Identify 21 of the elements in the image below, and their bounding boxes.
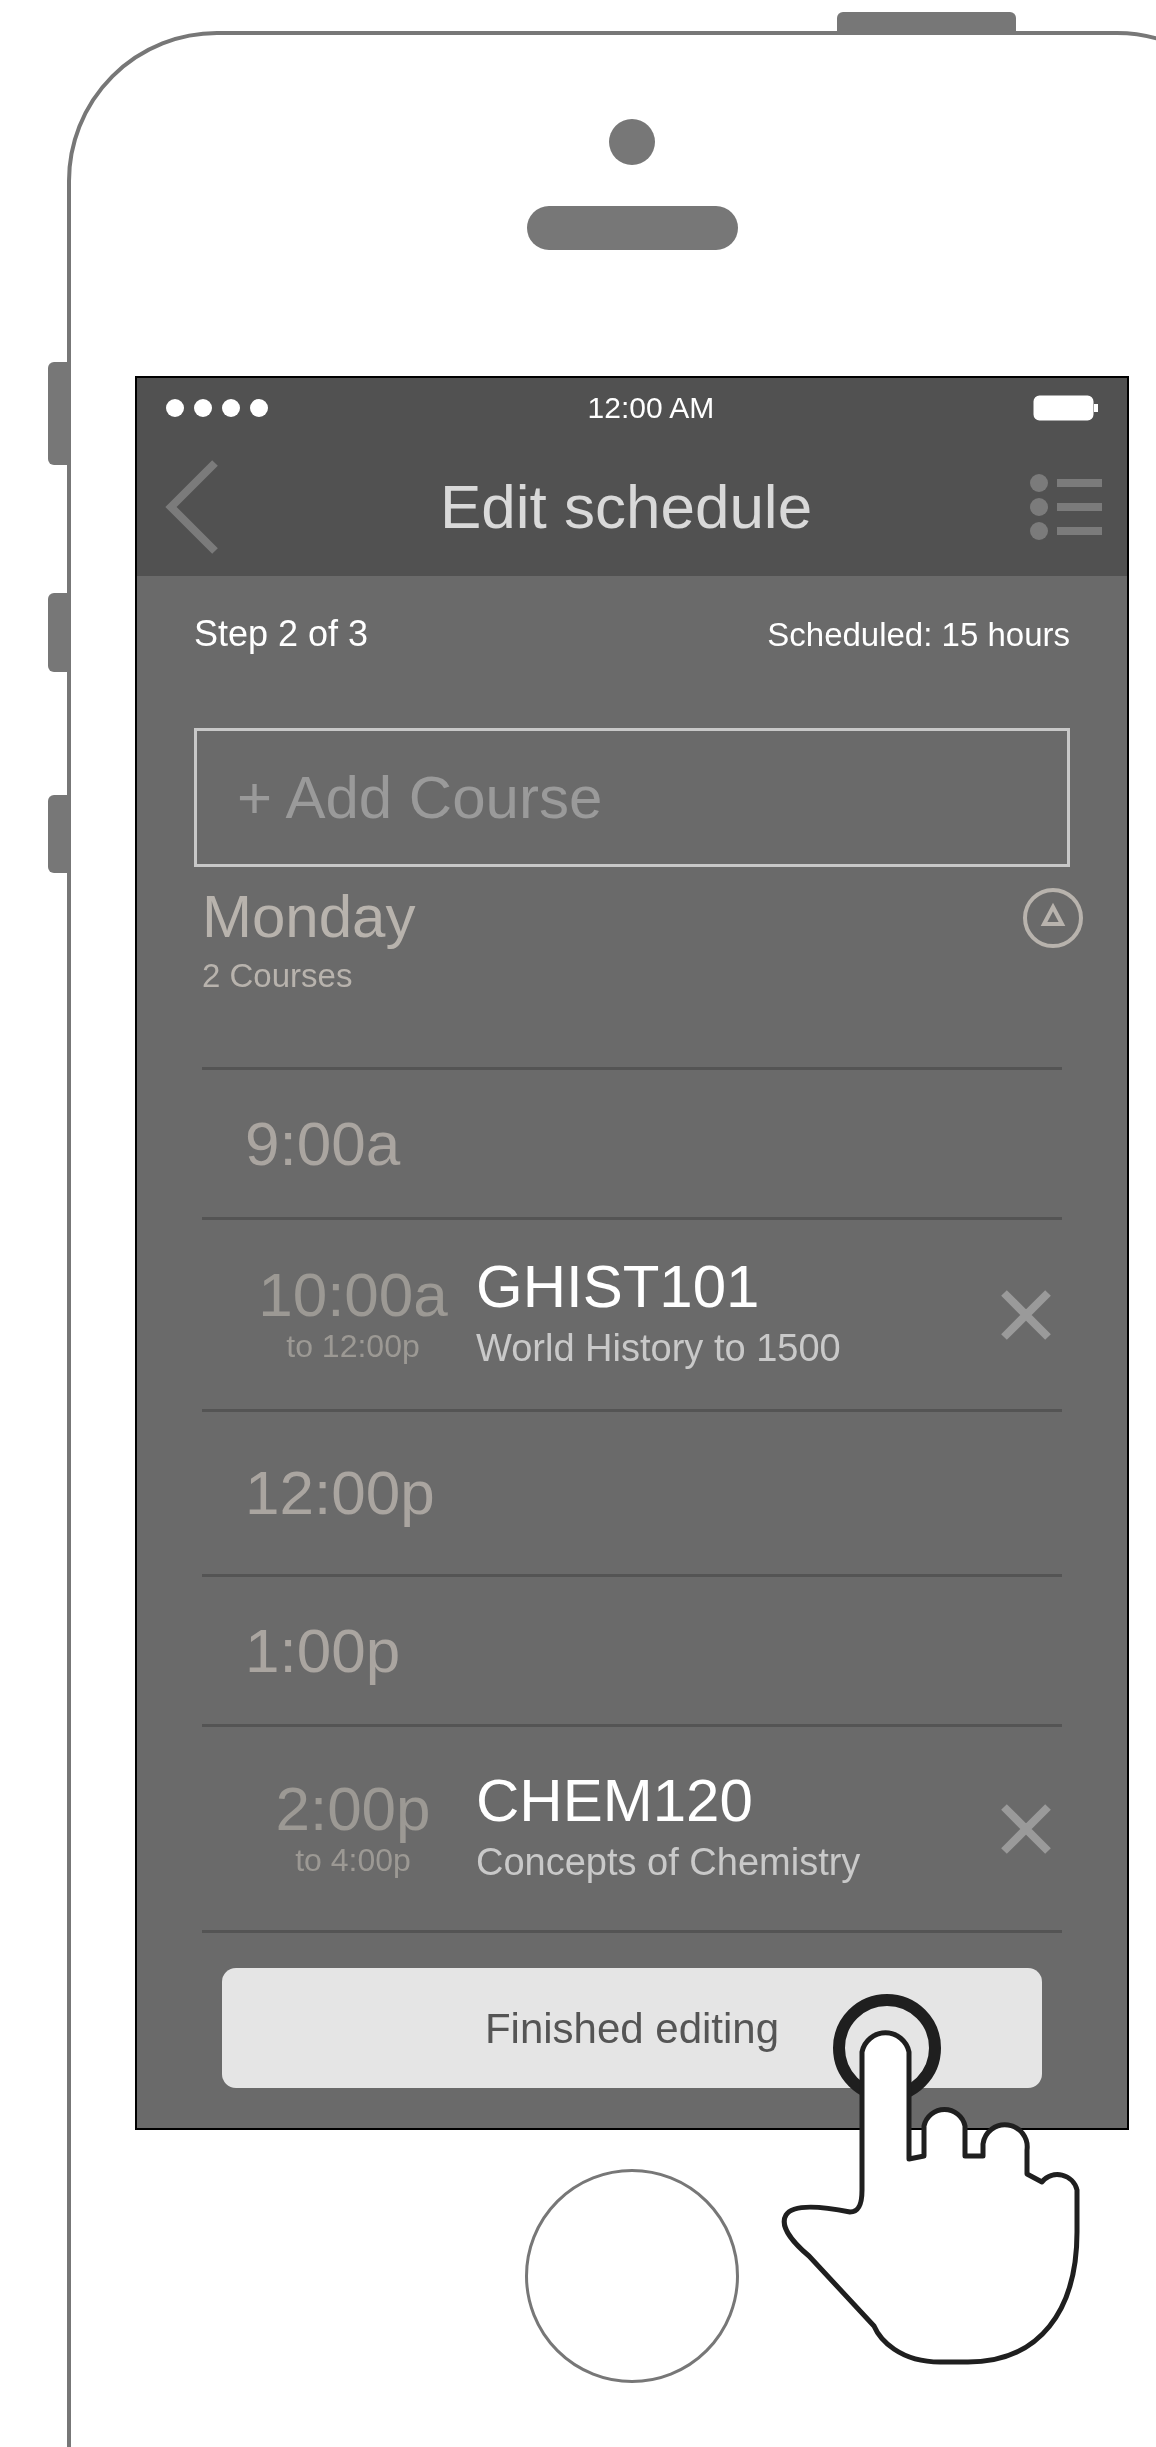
course-name: World History to 1500 [476,1325,842,1371]
screen-title: Edit schedule [439,476,813,538]
finished-editing-button[interactable]: Finished editing [222,1968,1042,2088]
course-code: GHIST101 [476,1256,761,1317]
close-icon [999,1287,1053,1342]
list-menu-button[interactable] [1029,472,1105,542]
day-name: Monday [202,887,416,947]
back-chevron-icon [163,460,219,554]
time-label: 9:00a [245,1112,401,1175]
step-indicator: Step 2 of 3 [194,616,369,652]
status-time: 12:00 AM [587,393,715,423]
course-count: 2 Courses [202,956,354,996]
collapse-button[interactable] [1022,887,1084,949]
up-triangle-circle-icon [1022,887,1084,949]
close-icon [999,1801,1053,1856]
signal-icon [165,398,269,418]
course-code: CHEM120 [476,1770,754,1831]
scheduled-hours: Scheduled: 15 hours [767,617,1070,651]
list-icon [1029,473,1103,541]
battery-icon [1033,395,1099,421]
course-name: Concepts of Chemistry [476,1839,862,1885]
